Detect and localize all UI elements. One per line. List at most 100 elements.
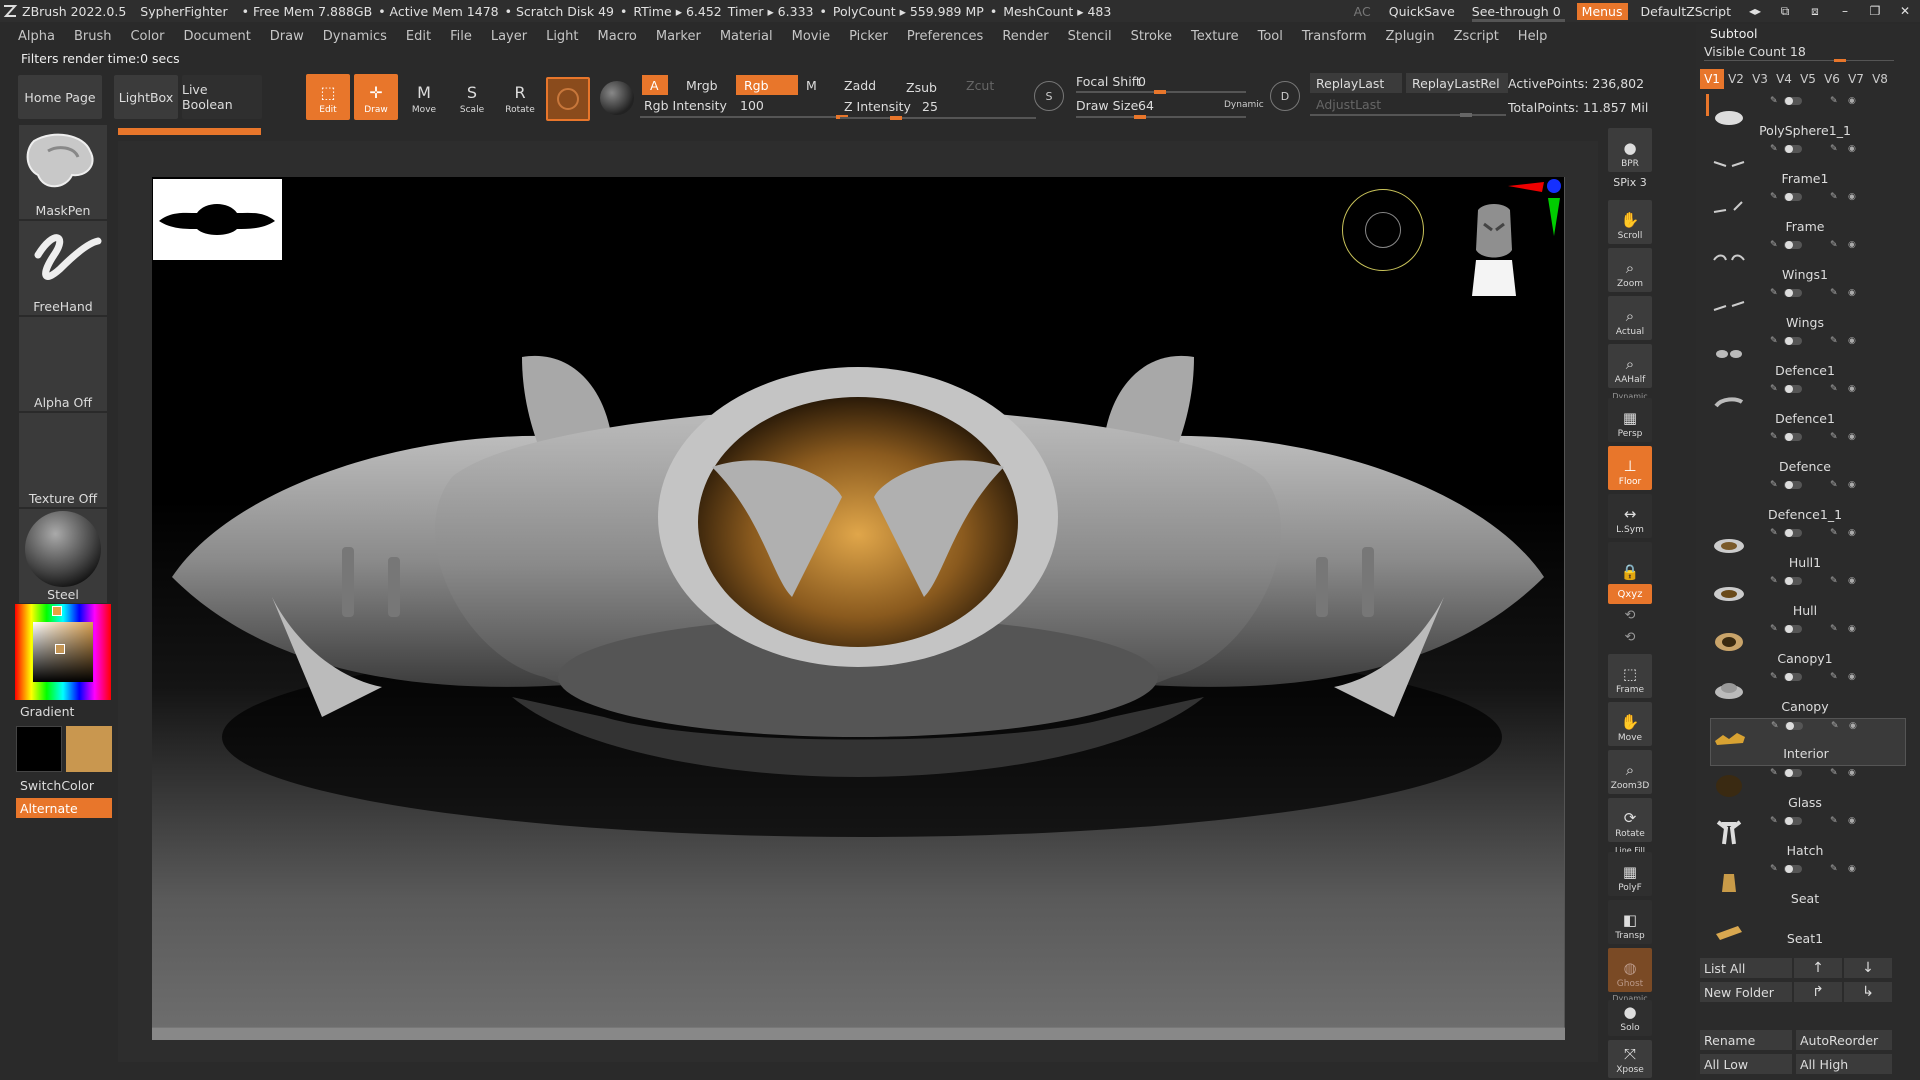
pencil-icon[interactable]: ✎ [1770,96,1778,106]
menu-color[interactable]: Color [130,29,164,44]
stroke-s-icon[interactable]: S [1034,81,1064,111]
folder-in-icon[interactable]: ↱ [1794,982,1842,1002]
floor-button[interactable]: ⊥ Floor [1608,446,1652,490]
menu-stroke[interactable]: Stroke [1131,29,1172,44]
menu-render[interactable]: Render [1002,29,1048,44]
pencil-icon[interactable]: ✎ [1770,144,1778,154]
brush-icon[interactable]: ✎ [1830,528,1838,538]
visibility-toggle[interactable] [1784,241,1802,249]
menu-help[interactable]: Help [1518,29,1548,44]
brush-icon[interactable]: ✎ [1831,721,1839,731]
aahalf-button[interactable]: ⌕ AAHalf [1608,344,1652,388]
brush-icon[interactable]: ✎ [1830,576,1838,586]
new-folder-button[interactable]: New Folder [1700,982,1792,1002]
rotate-button[interactable]: R Rotate [498,74,542,120]
menu-material[interactable]: Material [720,29,773,44]
secondary-color-swatch[interactable] [66,726,112,772]
menu-draw[interactable]: Draw [270,29,304,44]
eye-icon[interactable]: ◉ [1848,816,1856,826]
eye-icon[interactable]: ◉ [1848,576,1856,586]
pencil-icon[interactable]: ✎ [1770,576,1778,586]
edit-button[interactable]: ⬚ Edit [306,74,350,120]
pencil-icon[interactable]: ✎ [1770,624,1778,634]
pencil-icon[interactable]: ✎ [1770,384,1778,394]
tab-v5[interactable]: V5 [1796,69,1820,89]
subtool-row[interactable]: ✎ ✎ ◉ Hatch [1710,814,1906,862]
visibility-toggle[interactable] [1784,337,1802,345]
menu-stencil[interactable]: Stencil [1068,29,1112,44]
visibility-toggle[interactable] [1784,385,1802,393]
menu-tool[interactable]: Tool [1258,29,1283,44]
menu-brush[interactable]: Brush [74,29,112,44]
replay-last-rel-button[interactable]: ReplayLastRel [1406,73,1508,93]
menu-texture[interactable]: Texture [1191,29,1239,44]
eye-icon[interactable]: ◉ [1848,672,1856,682]
axis-gizmo-icon[interactable] [1504,176,1564,236]
layout-icon[interactable]: ⧉ [1773,4,1797,19]
eye-icon[interactable]: ◉ [1848,768,1856,778]
texture-slot[interactable]: Texture Off [18,412,108,508]
pencil-icon[interactable]: ✎ [1771,721,1779,731]
pencil-icon[interactable]: ✎ [1770,192,1778,202]
brush-icon[interactable]: ✎ [1830,288,1838,298]
eye-icon[interactable]: ◉ [1848,624,1856,634]
visible-count-slider[interactable]: Visible Count 18 [1700,44,1896,62]
subtool-row[interactable]: ✎ ✎ ◉ PolySphere1_1 [1710,94,1906,142]
brush-icon[interactable]: ✎ [1830,240,1838,250]
menu-zscript[interactable]: Zscript [1454,29,1499,44]
eye-icon[interactable]: ◉ [1848,144,1856,154]
live-boolean-button[interactable]: Live Boolean [182,75,262,119]
menu-macro[interactable]: Macro [598,29,637,44]
subtool-scrollbar[interactable] [1706,94,1709,116]
menu-alpha[interactable]: Alpha [18,29,55,44]
restore-icon[interactable]: ❐ [1863,4,1887,18]
zoom-button[interactable]: ⌕ Zoom [1608,248,1652,292]
eye-icon[interactable]: ◉ [1848,384,1856,394]
pencil-icon[interactable]: ✎ [1770,768,1778,778]
sculpt-mode-icon[interactable] [600,81,634,115]
brush-icon[interactable]: ✎ [1830,384,1838,394]
xpose-button[interactable]: ⤧ Xpose [1608,1040,1652,1078]
subtool-row[interactable]: ✎ ✎ ◉ Hull [1710,574,1906,622]
all-high-button[interactable]: All High [1796,1054,1892,1074]
visibility-toggle[interactable] [1784,769,1802,777]
dynamic-label[interactable]: Dynamic [1224,100,1264,110]
tab-v8[interactable]: V8 [1868,69,1892,89]
replay-last-button[interactable]: ReplayLast [1310,73,1402,93]
visibility-toggle[interactable] [1784,145,1802,153]
zoom3d-button[interactable]: ⌕ Zoom3D [1608,750,1652,794]
see-through-slider[interactable]: See-through 0 [1471,4,1565,22]
scale-button[interactable]: S Scale [450,74,494,120]
visibility-toggle[interactable] [1785,722,1803,730]
tab-v6[interactable]: V6 [1820,69,1844,89]
menu-zplugin[interactable]: Zplugin [1386,29,1435,44]
subtool-row[interactable]: Seat1 [1710,910,1906,950]
pencil-icon[interactable]: ✎ [1770,288,1778,298]
close-icon[interactable]: ✕ [1893,4,1917,18]
subtool-row[interactable]: ✎ ✎ ◉ Canopy1 [1710,622,1906,670]
eye-icon[interactable]: ◉ [1848,288,1856,298]
subtool-row-selected[interactable]: ✎ ✎ ◉ Interior [1710,718,1906,766]
polyf-button[interactable]: ▦ PolyF [1608,852,1652,896]
3d-viewport[interactable] [152,177,1565,1028]
visibility-toggle[interactable] [1784,865,1802,873]
pencil-icon[interactable]: ✎ [1770,336,1778,346]
pencil-icon[interactable]: ✎ [1770,528,1778,538]
home-page-button[interactable]: Home Page [18,75,102,119]
folder-out-icon[interactable]: ↳ [1844,982,1892,1002]
lsym-button[interactable]: ↔ L.Sym [1608,494,1652,538]
ac-button[interactable]: AC [1354,4,1371,19]
pencil-icon[interactable]: ✎ [1770,480,1778,490]
material-slot[interactable]: Steel [18,508,108,604]
a-toggle[interactable]: A [642,75,668,95]
quicksave-button[interactable]: QuickSave [1389,4,1455,19]
visibility-toggle[interactable] [1784,817,1802,825]
menus-button[interactable]: Menus [1576,2,1628,20]
transp-button[interactable]: ◧ Transp [1608,900,1652,944]
menu-light[interactable]: Light [546,29,578,44]
subtool-title[interactable]: Subtool [1710,26,1757,41]
color-picker[interactable] [15,604,111,700]
subtool-row[interactable]: ✎ ✎ ◉ Wings1 [1710,238,1906,286]
move-up-icon[interactable]: ↑ [1794,958,1842,978]
visibility-toggle[interactable] [1784,433,1802,441]
